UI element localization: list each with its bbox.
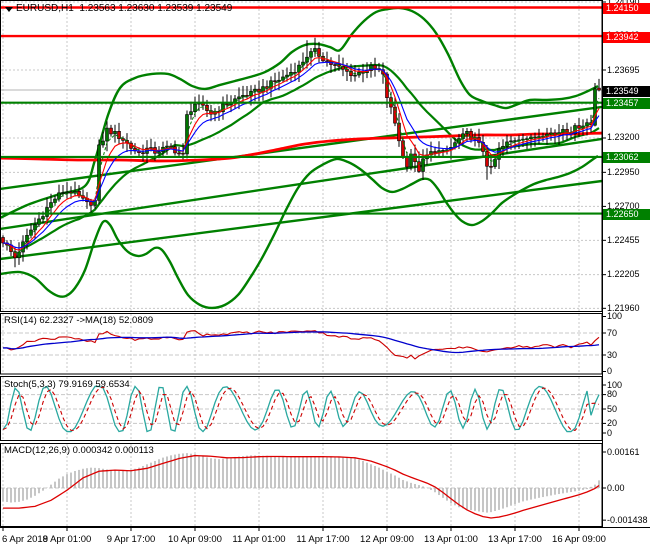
- time-axis[interactable]: [0, 527, 650, 550]
- rsi-panel-plot[interactable]: [0, 313, 602, 374]
- chart-window: EURUSD,H1 1.23563 1.23630 1.23539 1.2354…: [0, 0, 650, 550]
- main-chart-plot[interactable]: [0, 0, 602, 312]
- price-axis[interactable]: [602, 0, 650, 527]
- stoch-panel-plot[interactable]: [0, 376, 602, 441]
- macd-panel-plot[interactable]: [0, 443, 602, 527]
